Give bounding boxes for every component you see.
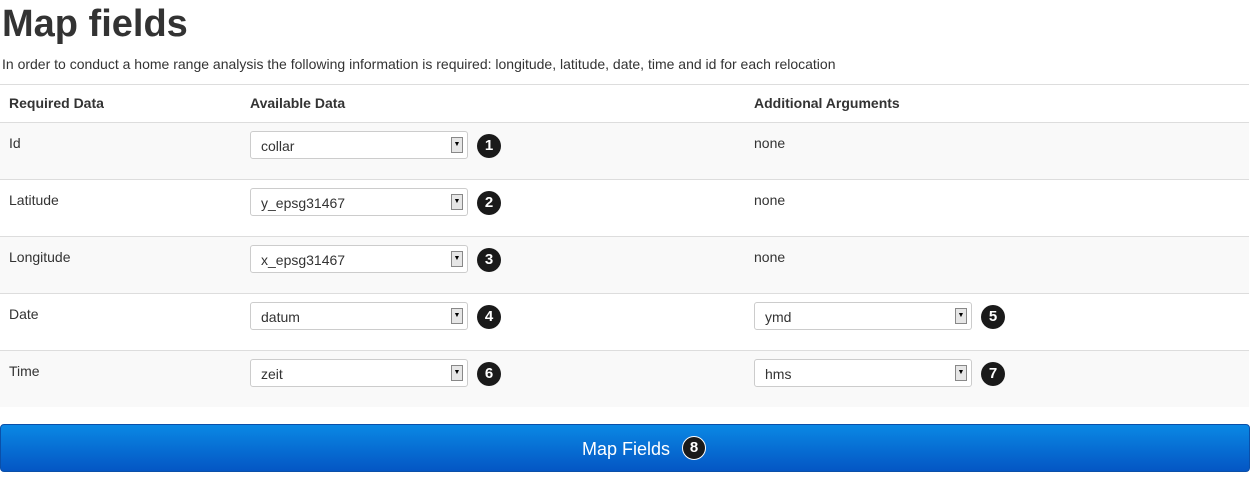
available-data-select-id[interactable]: collar ▼ xyxy=(250,131,468,159)
select-value: ymd xyxy=(765,309,792,325)
required-label: Id xyxy=(9,135,21,151)
step-badge: 6 xyxy=(477,362,501,386)
required-label: Latitude xyxy=(9,192,59,208)
header-available-data: Available Data xyxy=(250,95,346,111)
select-value: x_epsg31467 xyxy=(261,252,346,268)
intro-text: In order to conduct a home range analysi… xyxy=(2,56,836,72)
step-badge: 1 xyxy=(477,134,501,158)
map-fields-button-label: Map Fields xyxy=(582,439,671,459)
required-label: Time xyxy=(9,363,40,379)
step-badge: 2 xyxy=(477,191,501,215)
step-badge: 5 xyxy=(981,305,1005,329)
header-required-data: Required Data xyxy=(9,95,104,111)
chevron-down-icon: ▼ xyxy=(451,194,463,210)
required-label: Longitude xyxy=(9,249,71,265)
table-row-longitude: Longitude x_epsg31467 ▼ 3 none xyxy=(0,237,1249,294)
header-additional-arguments: Additional Arguments xyxy=(754,95,900,111)
select-value: collar xyxy=(261,138,295,154)
select-value: y_epsg31467 xyxy=(261,195,346,211)
table-row-latitude: Latitude y_epsg31467 ▼ 2 none xyxy=(0,180,1249,237)
chevron-down-icon: ▼ xyxy=(451,137,463,153)
additional-argument-text: none xyxy=(754,135,786,151)
field-mapping-table: Required Data Available Data Additional … xyxy=(0,84,1249,407)
select-value: datum xyxy=(261,309,300,325)
step-badge: 3 xyxy=(477,248,501,272)
additional-argument-text: none xyxy=(754,249,786,265)
chevron-down-icon: ▼ xyxy=(451,251,463,267)
available-data-select-latitude[interactable]: y_epsg31467 ▼ xyxy=(250,188,468,216)
table-row-time: Time zeit ▼ 6 hms ▼ 7 xyxy=(0,351,1249,407)
additional-argument-select-time[interactable]: hms ▼ xyxy=(754,359,972,387)
table-header-row: Required Data Available Data Additional … xyxy=(0,85,1249,123)
select-value: zeit xyxy=(261,366,283,382)
required-label: Date xyxy=(9,306,39,322)
table-row-date: Date datum ▼ 4 ymd ▼ 5 xyxy=(0,294,1249,351)
step-badge: 7 xyxy=(981,362,1005,386)
step-badge: 8 xyxy=(682,436,706,460)
available-data-select-longitude[interactable]: x_epsg31467 ▼ xyxy=(250,245,468,273)
available-data-select-time[interactable]: zeit ▼ xyxy=(250,359,468,387)
map-fields-button[interactable]: Map Fields 8 xyxy=(0,424,1250,472)
additional-argument-select-date[interactable]: ymd ▼ xyxy=(754,302,972,330)
additional-argument-text: none xyxy=(754,192,786,208)
available-data-select-date[interactable]: datum ▼ xyxy=(250,302,468,330)
chevron-down-icon: ▼ xyxy=(451,365,463,381)
step-badge: 4 xyxy=(477,305,501,329)
table-row-id: Id collar ▼ 1 none xyxy=(0,123,1249,180)
chevron-down-icon: ▼ xyxy=(955,365,967,381)
select-value: hms xyxy=(765,366,792,382)
chevron-down-icon: ▼ xyxy=(955,308,967,324)
page-title: Map fields xyxy=(2,3,188,45)
chevron-down-icon: ▼ xyxy=(451,308,463,324)
